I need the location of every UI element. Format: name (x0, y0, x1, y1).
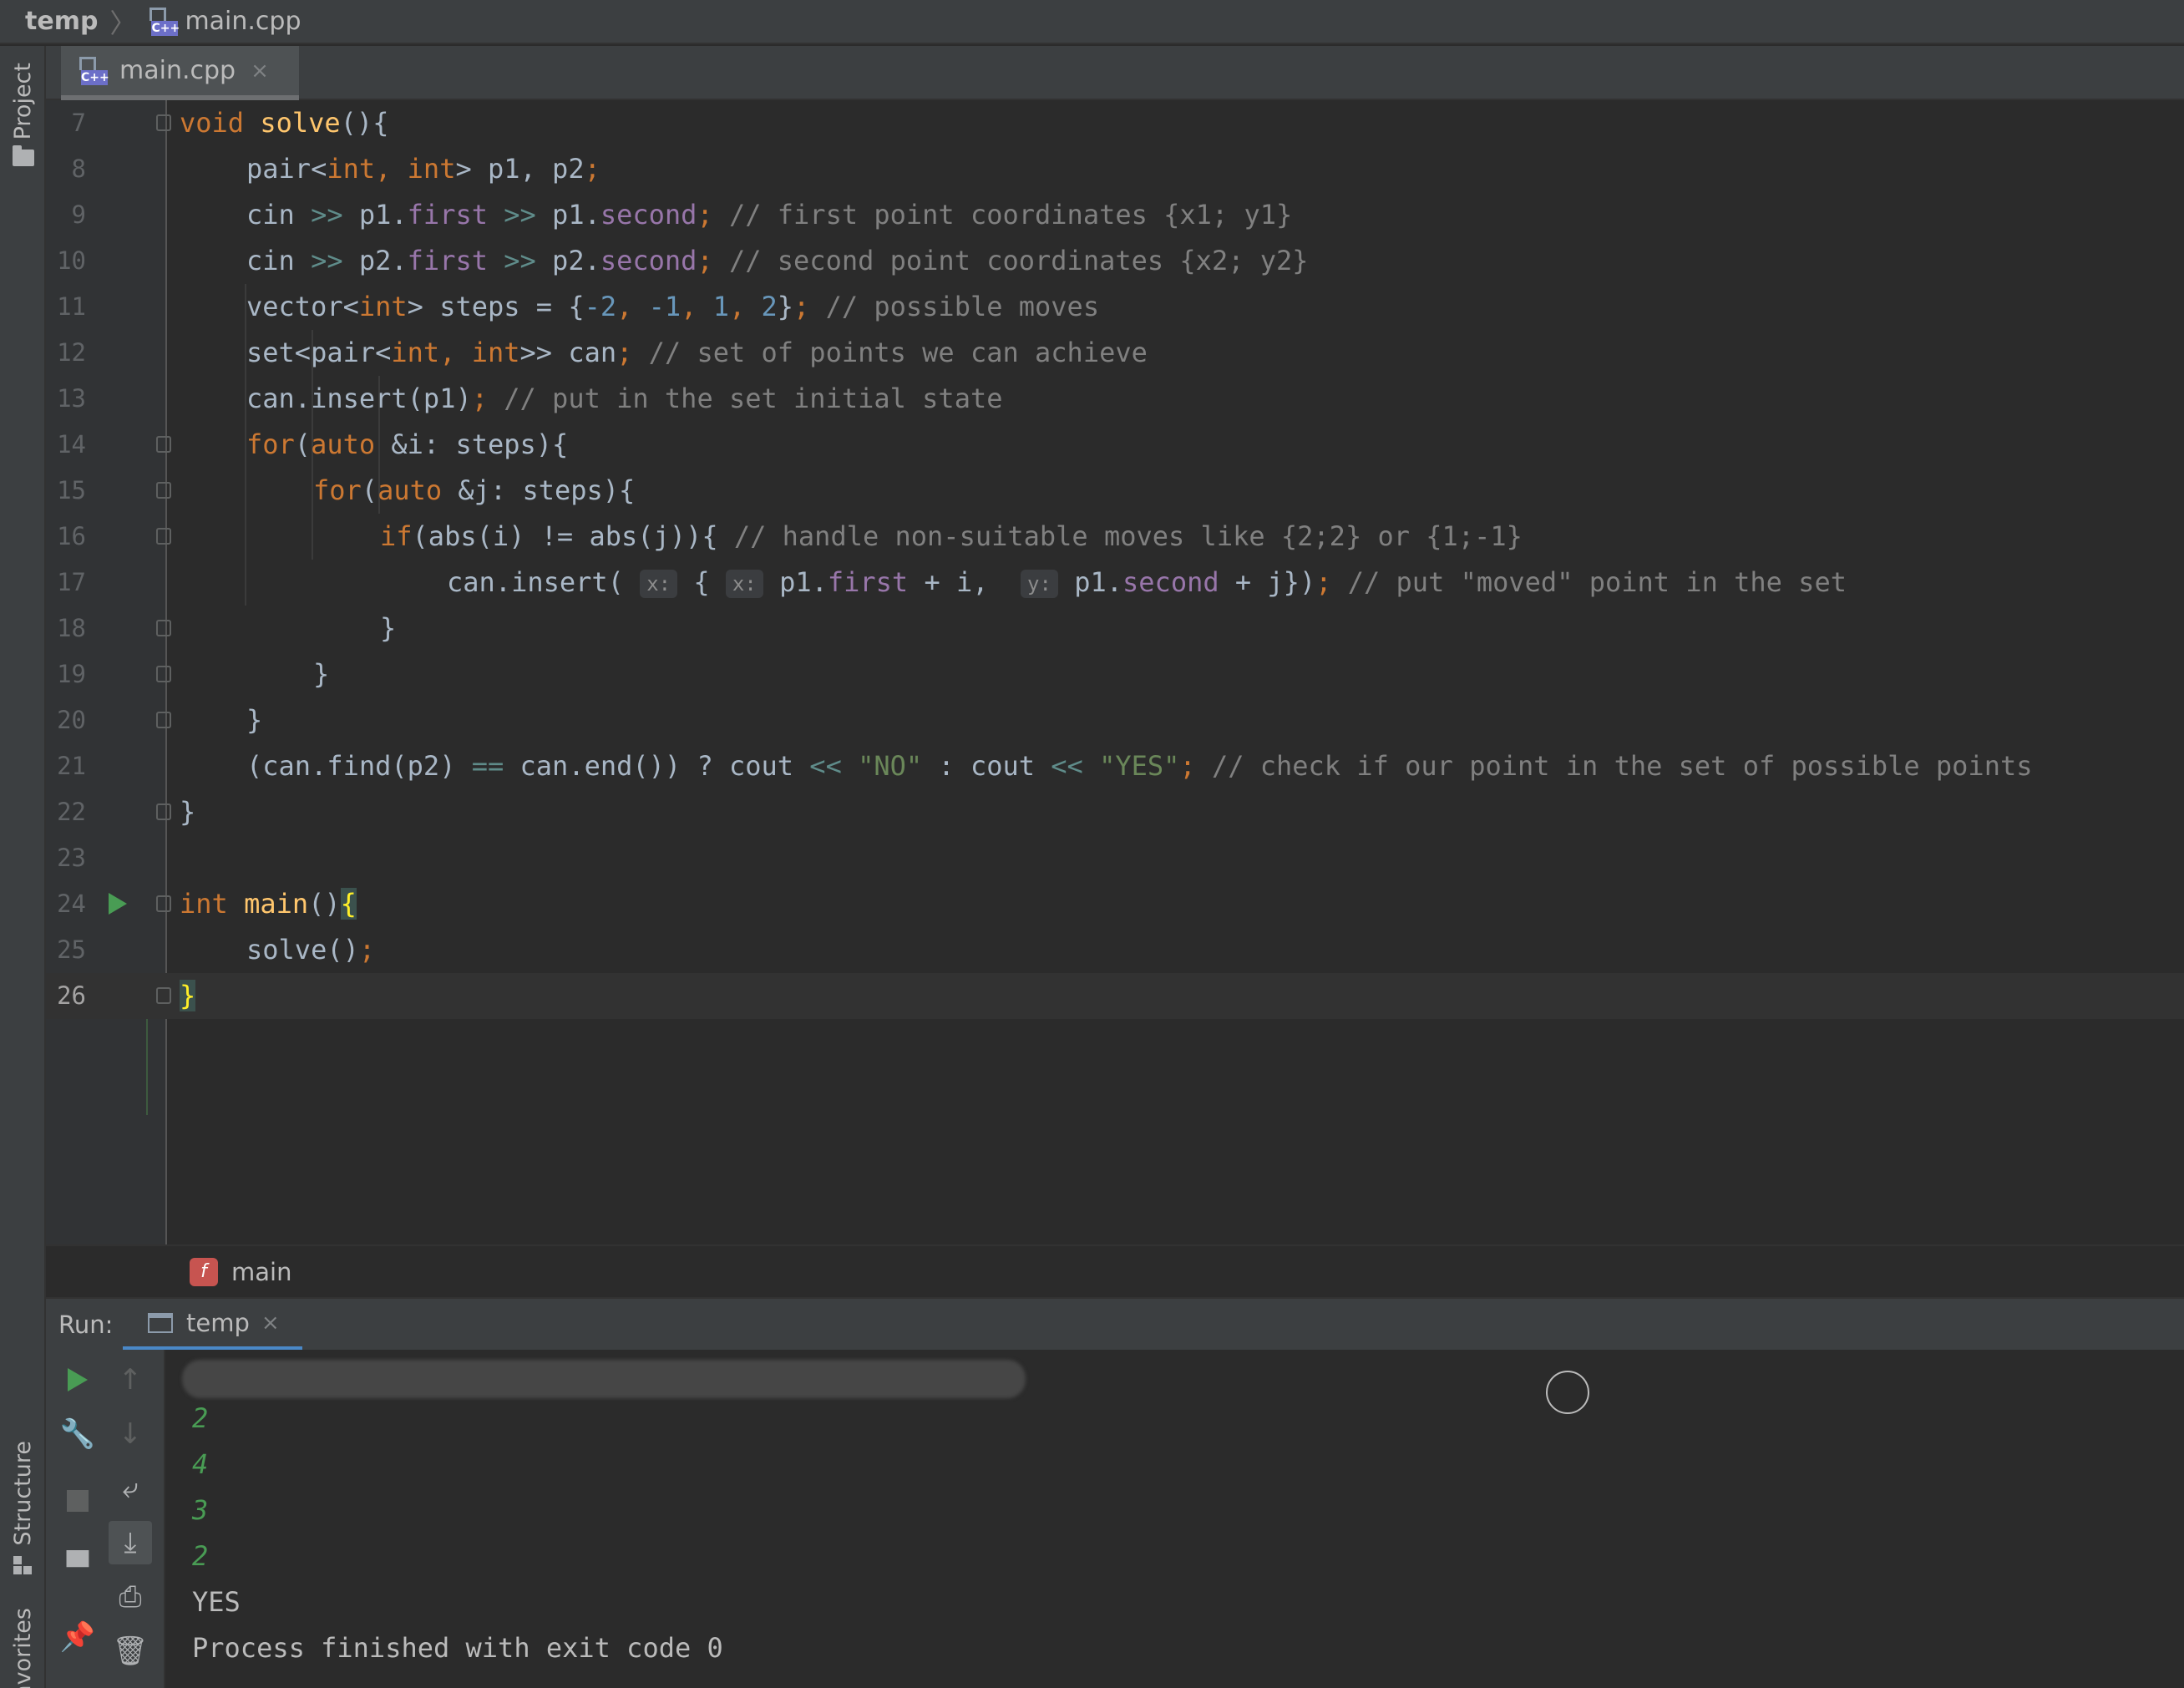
tab-label: main.cpp (119, 56, 236, 85)
cpp-file-icon: C++ (148, 7, 180, 36)
fold-icon[interactable] (156, 712, 171, 728)
code-line: 25 solve(); (57, 934, 376, 966)
code-line: 21 (can.find(p2) == can.end()) ? cout <<… (57, 750, 2033, 782)
pin-icon: 📌 (59, 1620, 96, 1654)
run-indicator-line (146, 1002, 148, 1115)
scroll-up-button[interactable]: ↑ (109, 1358, 152, 1402)
code-line: 9 cin >> p1.first >> p1.second; // first… (71, 199, 1293, 231)
code-line: 22 } (57, 796, 196, 828)
clear-all-button[interactable]: 🗑 (109, 1630, 152, 1673)
left-tool-stripe: Project Structure avorites (0, 46, 46, 1688)
code-line: 17 can.insert( x: { x: p1.first + i, y: … (57, 566, 1847, 598)
console-output-line: YES (192, 1586, 241, 1618)
project-tool-window-button[interactable]: Project (0, 63, 46, 167)
code-line: 13 can.insert(p1); // put in the set ini… (57, 383, 1003, 414)
redacted-command-line (182, 1360, 1026, 1398)
code-line: 18 } (57, 612, 397, 644)
close-run-tab-icon[interactable]: × (261, 1310, 280, 1336)
run-toolbar: ↑ 🔧 ↓ ⤶ ⤓ ▀ ⎙ 📌 🗑 (46, 1350, 165, 1688)
scroll-to-end-button[interactable]: ⤓ (109, 1521, 152, 1564)
fold-icon[interactable] (156, 803, 171, 820)
structure-icon (13, 1555, 33, 1576)
cpp-file-icon: C++ (78, 56, 109, 85)
code-line: 20 } (57, 704, 263, 736)
fold-icon[interactable] (156, 895, 171, 912)
folder-icon (12, 145, 34, 167)
fold-icon[interactable] (156, 482, 171, 499)
run-tab-temp[interactable]: temp × (123, 1299, 302, 1351)
play-icon (68, 1368, 88, 1391)
navigation-bar: temp 〉 C++ main.cpp (0, 0, 2184, 44)
breadcrumb-project[interactable]: temp (25, 7, 98, 36)
structure-tool-window-button[interactable]: Structure (0, 1441, 46, 1576)
breadcrumb-function-main[interactable]: main (231, 1258, 291, 1286)
scroll-to-end-icon: ⤓ (124, 1526, 137, 1559)
parameter-hint: x: (725, 570, 763, 598)
arrow-down-icon: ↓ (118, 1417, 143, 1451)
code-line-current: 26 } (46, 973, 2184, 1019)
console-input-line: 4 (192, 1448, 209, 1480)
editor-breadcrumbs: f main (46, 1244, 2184, 1297)
console-input-line: 2 (192, 1540, 209, 1572)
run-console[interactable]: 2 4 3 2 YES Process finished with exit c… (165, 1350, 2184, 1688)
fold-icon[interactable] (156, 620, 171, 636)
run-panel-title: Run: (58, 1310, 114, 1339)
console-input-line: 2 (192, 1402, 209, 1434)
wrench-icon: 🔧 (59, 1417, 96, 1451)
soft-wrap-button[interactable]: ⤶ (109, 1467, 152, 1510)
code-line: 10 cin >> p2.first >> p2.second; // seco… (57, 245, 1309, 276)
tab-main-cpp[interactable]: C++ main.cpp × (61, 46, 299, 100)
parameter-hint: y: (1021, 570, 1058, 598)
close-tab-icon[interactable]: × (251, 58, 269, 84)
edit-configuration-button[interactable]: 🔧 (56, 1412, 99, 1456)
fold-icon[interactable] (156, 666, 171, 682)
breadcrumb-file[interactable]: main.cpp (185, 7, 301, 36)
stop-button[interactable] (56, 1479, 99, 1523)
code-line: 15 for(auto &j: steps){ (57, 474, 636, 506)
code-line: 16 if(abs(i) != abs(j)){ // handle non-s… (57, 520, 1523, 552)
run-panel-header: Run: temp × (46, 1297, 2184, 1351)
printer-icon: ⎙ (119, 1580, 142, 1614)
fold-icon[interactable] (156, 987, 171, 1004)
fold-icon[interactable] (156, 436, 171, 453)
mouse-cursor-indicator (1546, 1371, 1589, 1414)
console-window-icon (148, 1312, 173, 1333)
trash-icon: 🗑 (112, 1635, 149, 1668)
run-gutter-icon[interactable] (109, 893, 127, 915)
layout-icon: ▀ (66, 1551, 89, 1584)
scroll-down-button[interactable]: ↓ (109, 1412, 152, 1456)
run-tab-label: temp (186, 1308, 250, 1337)
code-line: 24 int main(){ (57, 888, 357, 920)
fold-icon[interactable] (156, 528, 171, 545)
arrow-up-icon: ↑ (118, 1363, 143, 1397)
print-button[interactable]: ⎙ (109, 1575, 152, 1619)
favorites-tool-window-button[interactable]: avorites (0, 1608, 46, 1688)
layout-button[interactable]: ▀ (56, 1546, 99, 1589)
code-editor[interactable]: 7 void solve(){ 8 pair<int, int> p1, p2;… (46, 100, 2184, 1244)
stop-icon (67, 1490, 89, 1512)
code-line: 7 void solve(){ (71, 107, 389, 139)
function-icon: f (190, 1257, 218, 1286)
fold-icon[interactable] (156, 114, 171, 131)
process-exit-message: Process finished with exit code 0 (192, 1632, 723, 1664)
code-line: 8 pair<int, int> p1, p2; (71, 153, 600, 185)
rerun-button[interactable] (56, 1358, 99, 1402)
editor-tab-bar: C++ main.cpp × (46, 46, 2184, 100)
code-line: 23 (57, 844, 86, 872)
console-input-line: 3 (192, 1494, 209, 1526)
parameter-hint: x: (640, 570, 678, 598)
soft-wrap-icon: ⤶ (122, 1472, 139, 1505)
code-line: 14 for(auto &i: steps){ (57, 428, 569, 460)
code-line: 12 set<pair<int, int>> can; // set of po… (57, 337, 1148, 368)
pin-tab-button[interactable]: 📌 (56, 1615, 99, 1659)
breadcrumb-separator-icon: 〉 (109, 7, 137, 39)
code-line: 11 vector<int> steps = {-2, -1, 1, 2}; /… (57, 291, 1100, 322)
code-line: 19 } (57, 658, 330, 690)
